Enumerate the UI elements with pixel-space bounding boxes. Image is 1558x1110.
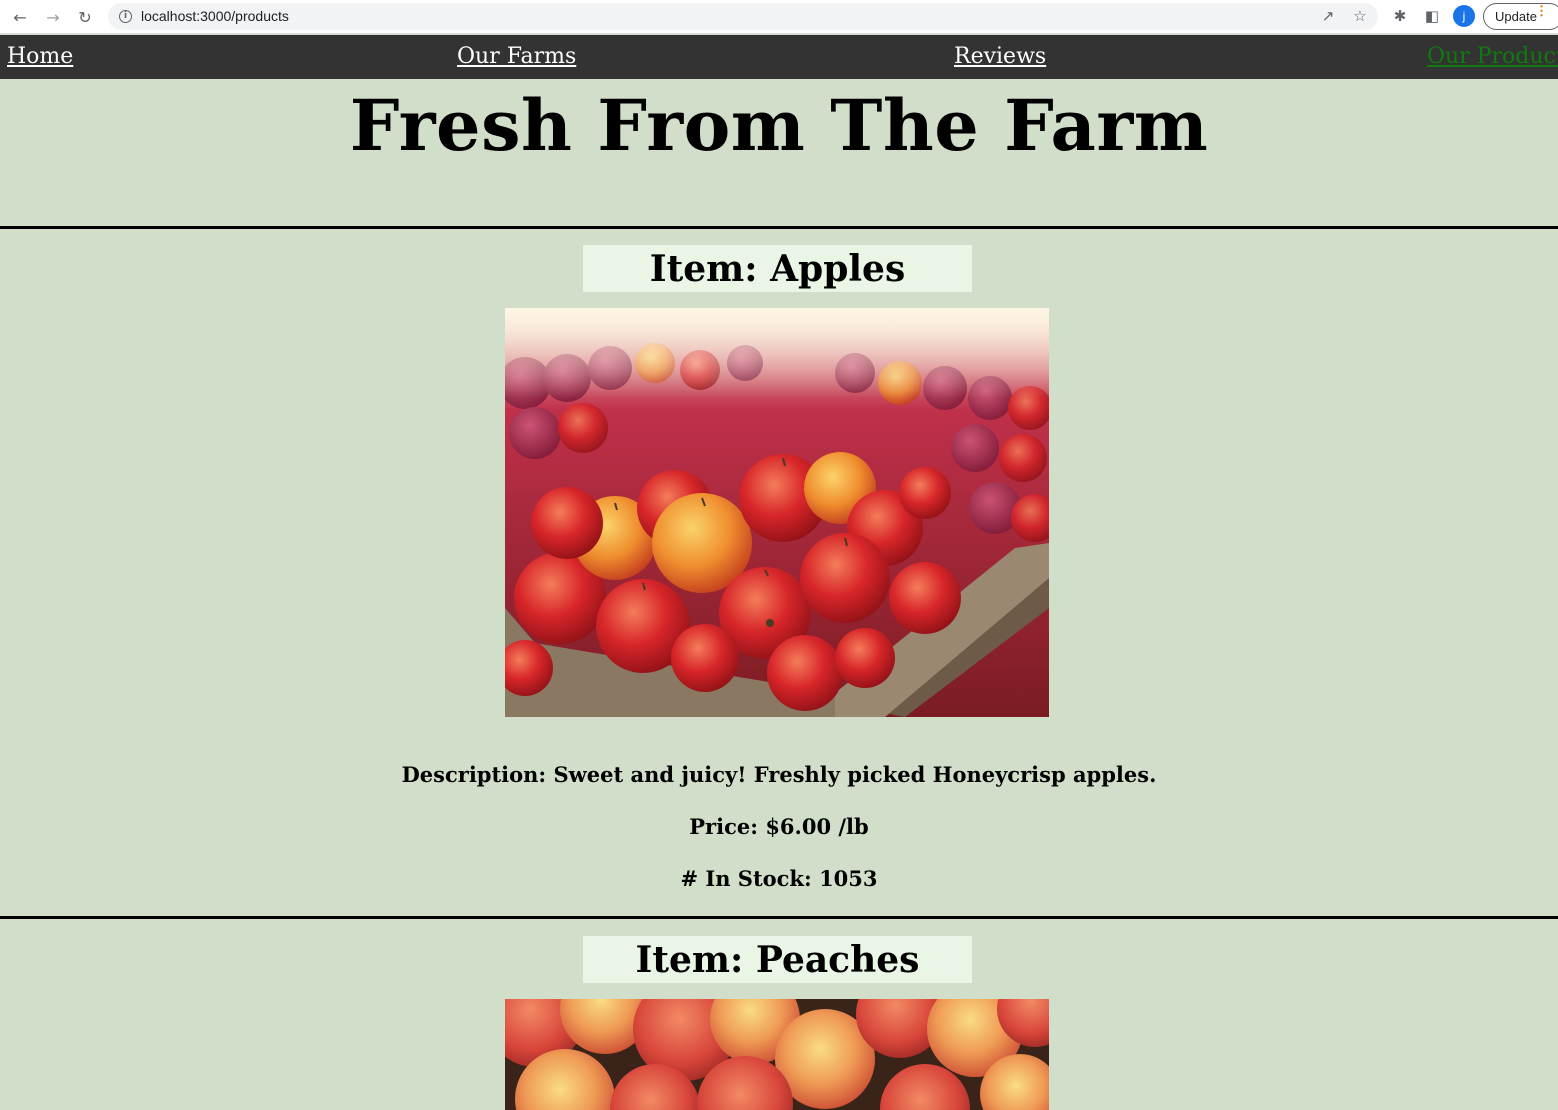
description-label: Description: [401,762,547,787]
page-title: Fresh From The Farm [349,84,1209,167]
forward-arrow-icon[interactable]: → [41,5,65,29]
side-panel-icon[interactable]: ◧ [1422,6,1442,26]
item-label: Item: [635,939,744,981]
nav-link-our-farms[interactable]: Our Farms [457,44,576,69]
site-info-icon[interactable]: i [119,10,132,23]
menu-dots-icon: ⋮ [1535,3,1548,18]
product-title: Item: Apples [583,245,972,292]
price-label: Price: [689,814,758,839]
stock-value: 1053 [819,866,878,891]
divider [0,226,1558,229]
nav-link-our-products[interactable]: Our Products [1427,44,1558,69]
product-stock: # In Stock: 1053 [0,866,1558,891]
bookmark-star-icon[interactable]: ☆ [1350,6,1370,26]
product-description: Description: Sweet and juicy! Freshly pi… [0,762,1558,787]
browser-toolbar: ← → ↻ i localhost:3000/products ↗ ☆ ✱ ◧ … [0,0,1558,34]
address-bar[interactable]: i localhost:3000/products [108,3,1378,30]
nav-link-reviews[interactable]: Reviews [954,44,1046,69]
profile-avatar[interactable]: j [1453,5,1475,27]
url-text: localhost:3000/products [141,8,289,24]
price-value: $6.00 [765,814,832,839]
reload-icon[interactable]: ↻ [73,5,97,29]
price-unit: /lb [838,814,869,839]
product-title: Item: Peaches [583,936,972,983]
extensions-icon[interactable]: ✱ [1390,6,1410,26]
item-label: Item: [649,248,758,290]
update-label: Update [1495,9,1537,24]
site-nav: Home Our Farms Reviews Our Products [0,35,1558,79]
product-image-peaches [505,999,1049,1110]
back-arrow-icon[interactable]: ← [8,5,32,29]
divider [0,916,1558,919]
product-price: Price: $6.00 /lb [0,814,1558,839]
update-button[interactable]: Update ⋮ [1483,3,1558,30]
stock-label: # In Stock: [680,866,812,891]
item-name: Peaches [755,939,920,981]
product-image-apples [505,308,1049,717]
item-name: Apples [770,248,906,290]
description-text: Sweet and juicy! Freshly picked Honeycri… [553,762,1157,787]
share-icon[interactable]: ↗ [1318,6,1338,26]
nav-link-home[interactable]: Home [7,44,73,69]
